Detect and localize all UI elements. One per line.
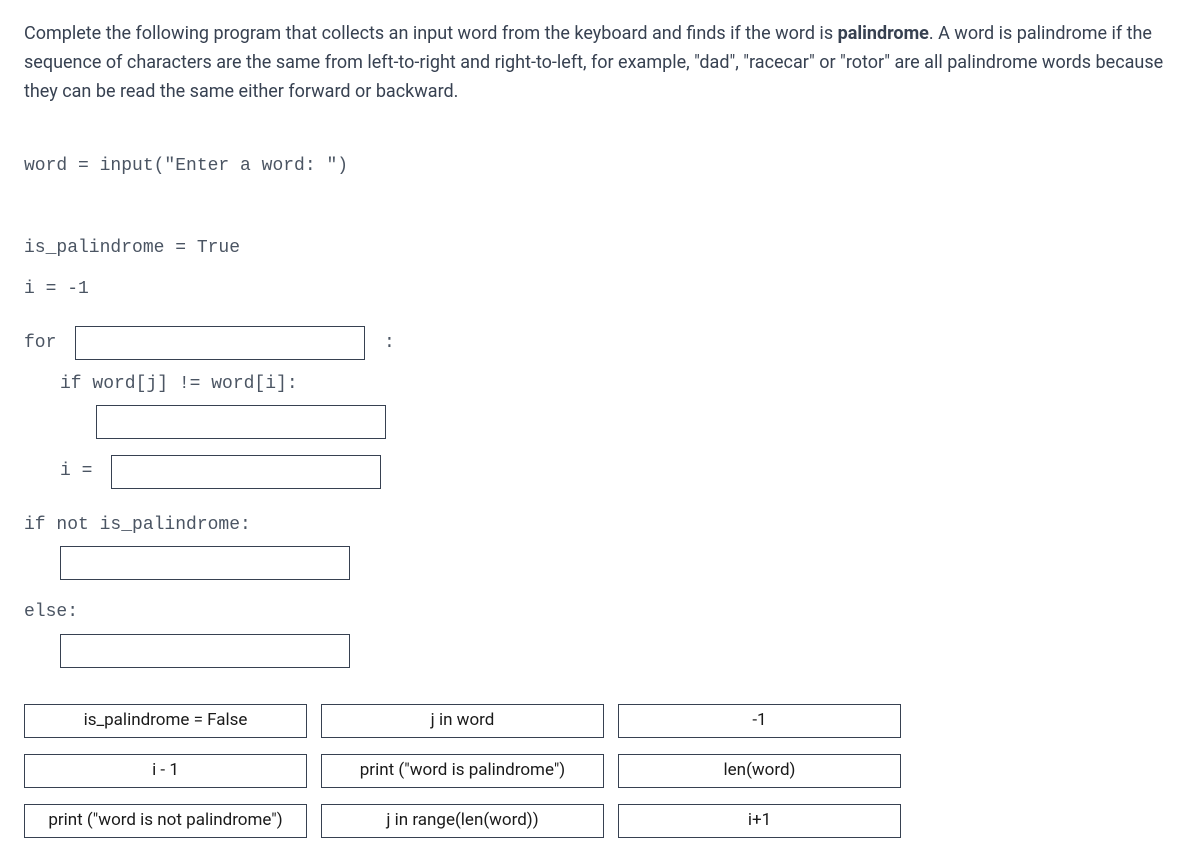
option-print-palindrome[interactable]: print ("word is palindrome") xyxy=(321,754,604,788)
code-line-input: word = input("Enter a word: ") xyxy=(24,146,1176,187)
code-line-else: else: xyxy=(24,592,1176,633)
blank-else-pal[interactable] xyxy=(60,634,350,668)
blank-i-value[interactable] xyxy=(111,455,381,489)
code-line-i-assign: i = xyxy=(24,451,1176,492)
code-line-if-not: if not is_palindrome: xyxy=(24,505,1176,546)
code-line-if-not-body xyxy=(24,546,1176,580)
options-row-1: is_palindrome = False j in word -1 xyxy=(24,704,1176,738)
blank-not-pal[interactable] xyxy=(60,546,350,580)
option-is-palindrome-false[interactable]: is_palindrome = False xyxy=(24,704,307,738)
code-line-else-body xyxy=(24,634,1176,668)
option-len-word[interactable]: len(word) xyxy=(618,754,901,788)
for-keyword: for xyxy=(24,323,67,364)
option-neg-1[interactable]: -1 xyxy=(618,704,901,738)
options-row-3: print ("word is not palindrome") j in ra… xyxy=(24,804,1176,838)
options-row-2: i - 1 print ("word is palindrome") len(w… xyxy=(24,754,1176,788)
code-line-ispal: is_palindrome = True xyxy=(24,228,1176,269)
option-i-plus-1[interactable]: i+1 xyxy=(618,804,901,838)
code-line-if-body xyxy=(24,405,1176,439)
for-colon: : xyxy=(373,323,395,364)
code-line-i: i = -1 xyxy=(24,269,1176,310)
blank-if-body[interactable] xyxy=(96,405,386,439)
code-line-if: if word[j] != word[i]: xyxy=(24,364,1176,405)
i-eq: i = xyxy=(60,451,103,492)
code-line-for: for : xyxy=(24,323,1176,364)
blank-for-loop[interactable] xyxy=(75,326,365,360)
option-print-not-palindrome[interactable]: print ("word is not palindrome") xyxy=(24,804,307,838)
code-block: word = input("Enter a word: ") is_palind… xyxy=(24,146,1176,667)
instr-pre: Complete the following program that coll… xyxy=(24,23,838,44)
instr-bold: palindrome xyxy=(838,23,929,44)
option-i-minus-1[interactable]: i - 1 xyxy=(24,754,307,788)
option-j-in-word[interactable]: j in word xyxy=(321,704,604,738)
options-area: is_palindrome = False j in word -1 i - 1… xyxy=(24,704,1176,838)
option-j-in-range[interactable]: j in range(len(word)) xyxy=(321,804,604,838)
instructions-text: Complete the following program that coll… xyxy=(24,20,1176,106)
